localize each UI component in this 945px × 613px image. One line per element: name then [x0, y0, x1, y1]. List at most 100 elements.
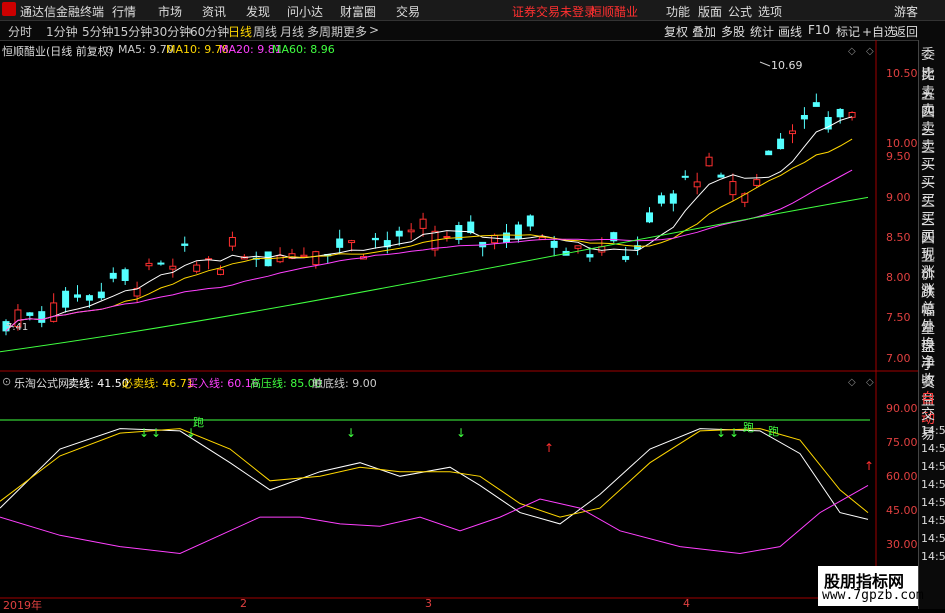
user-guest[interactable]: 游客 — [894, 3, 918, 20]
period-fenshi[interactable]: 分时 — [8, 23, 32, 40]
candle-body — [574, 245, 582, 249]
candle-body — [467, 221, 475, 234]
period-more[interactable]: 更多 — [343, 23, 367, 40]
menu-zixun[interactable]: 资讯 — [202, 3, 226, 20]
period-multi[interactable]: 多周期 — [307, 23, 343, 40]
candle-body — [74, 294, 81, 298]
diamond-icon[interactable]: ◇ — [848, 46, 856, 57]
menu-faxian[interactable]: 发现 — [246, 3, 270, 20]
trade-login-warning[interactable]: 证券交易未登录 — [512, 3, 596, 20]
price-tick: 9.00 — [886, 191, 911, 204]
candle-body — [145, 262, 153, 267]
candle-body — [300, 254, 308, 258]
diamond-icon[interactable]: ◇ — [848, 377, 856, 388]
candle-body — [121, 269, 129, 281]
price-tick: 10.50 — [886, 67, 918, 80]
arrow-down-icon: ↓ — [729, 426, 739, 440]
candle-body — [443, 235, 451, 238]
arrow-down-icon: ↓ — [716, 426, 726, 440]
menu-xuanxiang[interactable]: 选项 — [758, 3, 782, 20]
watermark-url: www.7gpzb.com — [822, 588, 924, 603]
period-30min[interactable]: 30分钟 — [152, 23, 191, 40]
candle-body — [50, 302, 58, 322]
tick-time: 14:56 — [921, 496, 945, 509]
date-label: 4 — [683, 597, 690, 610]
price-tick: 8.50 — [886, 231, 911, 244]
candle-body — [157, 262, 165, 265]
candlestick-series — [2, 93, 856, 336]
candle-body — [836, 108, 844, 118]
diamond-icon[interactable]: ◇ — [866, 46, 874, 57]
candle-body — [419, 218, 427, 229]
indicator-tick: 30.00 — [886, 538, 918, 551]
candle-body — [169, 265, 177, 270]
tool-huaxian[interactable]: 画线 — [778, 23, 802, 40]
low-price-label: 7.41 — [6, 322, 28, 333]
candle-body — [407, 229, 415, 233]
tick-time: 14:56 — [921, 442, 945, 455]
must-sell-line — [0, 428, 869, 518]
indicator-tick: 90.00 — [886, 402, 918, 415]
menu-hangqing[interactable]: 行情 — [112, 3, 136, 20]
tick-time: 14:56 — [921, 514, 945, 527]
period-1min[interactable]: 1分钟 — [46, 23, 78, 40]
stock-name-label: 恒顺醋业 — [590, 5, 639, 19]
candle-body — [789, 130, 796, 135]
tick-time: 14:56 — [921, 424, 945, 437]
sell-line — [0, 428, 869, 525]
candle-body — [276, 255, 284, 263]
tool-tongji[interactable]: 统计 — [750, 23, 774, 40]
candle-body — [812, 102, 820, 107]
candle-body — [729, 181, 737, 196]
diamond-icon[interactable]: ◇ — [866, 377, 874, 388]
candle-body — [777, 138, 785, 150]
tool-duogu[interactable]: 多股 — [721, 23, 745, 40]
candle-body — [62, 290, 70, 308]
menu-shichang[interactable]: 市场 — [158, 3, 182, 20]
arrow-up-icon: ↑ — [544, 441, 554, 455]
buy-line — [0, 484, 869, 555]
tool-add-watchlist[interactable]: +自选 — [862, 23, 896, 40]
candle-body — [800, 115, 808, 120]
tool-back[interactable]: 返回 — [894, 23, 918, 40]
app-logo-icon — [2, 2, 16, 16]
candle-body — [681, 175, 689, 178]
period-monthly[interactable]: 月线 — [280, 23, 304, 40]
menu-gongshi[interactable]: 公式 — [728, 3, 752, 20]
menu-jiaoyi[interactable]: 交易 — [396, 3, 420, 20]
quote-panel: 委比 卖五 卖四 卖三 卖二 卖一 买一 买二 买三 买四 买五 现价 涨跌 涨… — [918, 40, 945, 609]
menu-caifuquan[interactable]: 财富圈 — [340, 3, 376, 20]
period-5min[interactable]: 5分钟 — [82, 23, 114, 40]
tick-time: 14:56 — [921, 460, 945, 473]
price-tick: 10.00 — [886, 137, 918, 150]
period-15min[interactable]: 15分钟 — [113, 23, 152, 40]
chevron-right-icon[interactable]: > — [369, 23, 379, 37]
tick-time: 14:56 — [921, 550, 945, 563]
tick-time: 14:56 — [921, 532, 945, 545]
menu-gongneng[interactable]: 功能 — [666, 3, 690, 20]
candle-body — [312, 251, 320, 266]
tool-diejia[interactable]: 叠加 — [692, 23, 716, 40]
candle-body — [348, 240, 356, 244]
candle-body — [657, 195, 665, 204]
ma10-line — [5, 138, 853, 332]
period-daily[interactable]: 日线 — [228, 23, 252, 40]
tool-biaoji[interactable]: 标记 — [836, 23, 860, 40]
candle-body — [753, 179, 761, 186]
chart-area[interactable]: ↓ ↓ ↓ ↓ ↓↑↓ ↓↑ 10.69 7.41 ◇ ◇ ◇ ◇ — [0, 40, 918, 609]
indicator-tick: 45.00 — [886, 504, 918, 517]
ma20-line — [5, 169, 853, 332]
menu-banmian[interactable]: 版面 — [698, 3, 722, 20]
period-60min[interactable]: 60分钟 — [190, 23, 229, 40]
indicator-lines — [0, 428, 869, 555]
candle-body — [622, 256, 630, 260]
period-weekly[interactable]: 周线 — [253, 23, 277, 40]
watermark-badge: 股朋指标网 www.7gpzb.com — [818, 566, 924, 606]
tool-f10[interactable]: F10 — [808, 23, 830, 37]
candle-body — [395, 230, 403, 237]
tool-fuquan[interactable]: 复权 — [664, 23, 688, 40]
menu-wenxiaoda[interactable]: 问小达 — [287, 3, 323, 20]
arrow-down-icon: ↓ — [151, 426, 161, 440]
date-label: 2 — [240, 597, 247, 610]
price-tick: 7.50 — [886, 311, 911, 324]
